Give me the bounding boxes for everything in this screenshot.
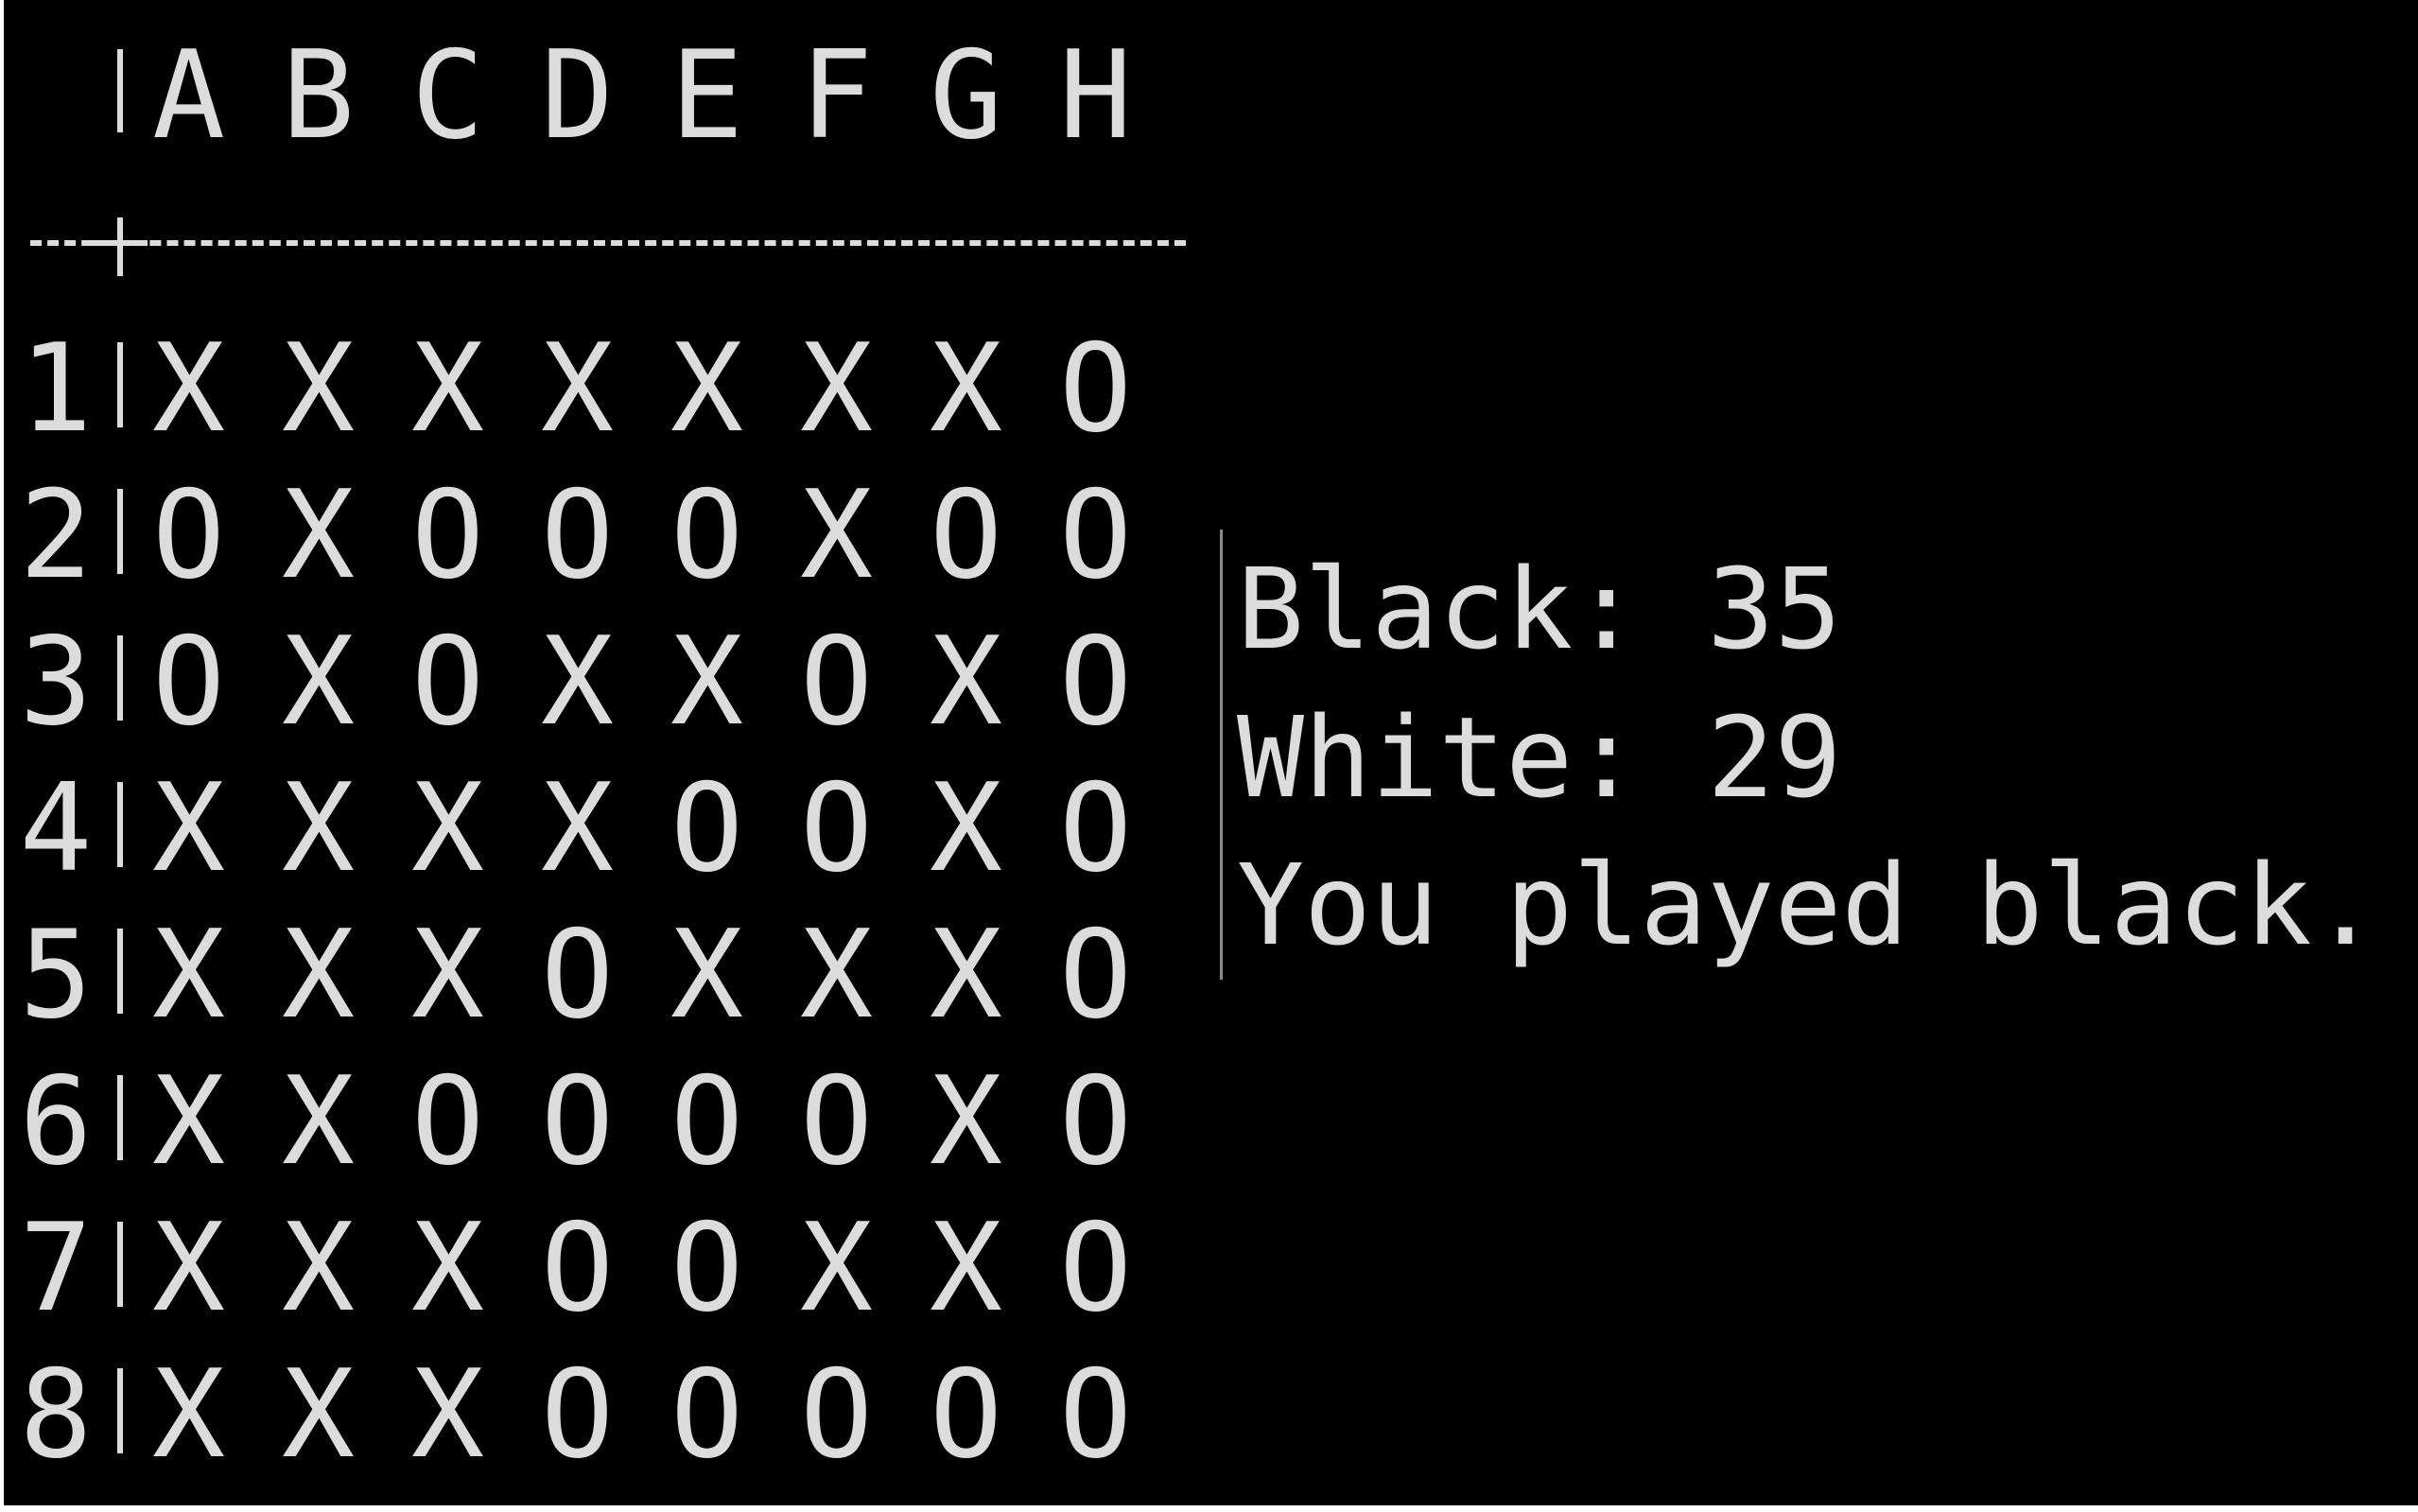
board-cell: X [151,319,226,460]
board-cell: O [1058,1198,1133,1339]
row-label: 3 [19,612,93,753]
board-cell: O [540,1051,615,1192]
board-cell: O [670,465,744,606]
row-label: 2 [19,465,93,606]
board-cell: X [281,1051,356,1192]
board-cell: X [281,905,356,1046]
board-cell: O [670,758,744,899]
board-cell: O [670,1345,744,1486]
column-label-e: E [670,26,744,166]
board-cell: X [929,905,1003,1046]
header-separator [117,49,123,132]
white-score: White: 29 [1237,692,1842,823]
info-divider [1220,530,1223,980]
board-cell: X [929,758,1003,899]
board-cell: O [1058,905,1133,1046]
board-cell: X [410,905,485,1046]
divider-dashes [30,240,1186,246]
board-cell: X [281,612,356,753]
row-separator [117,635,123,721]
board-cell: X [540,319,615,460]
row-label: 8 [19,1345,93,1486]
row-separator [117,1222,123,1307]
board-cell: O [151,612,226,753]
board-cell: X [410,1345,485,1486]
column-label-h: H [1058,26,1133,166]
board-cell: X [281,1345,356,1486]
board-cell: O [929,465,1003,606]
board-cell: X [151,758,226,899]
board-cell: O [540,1345,615,1486]
row-separator [117,342,123,427]
column-label-g: G [929,26,1003,166]
column-label-d: D [540,26,615,166]
board-cell: X [151,1051,226,1192]
board-cell: X [929,1198,1003,1339]
divider-cross-vertical [117,217,123,276]
board-cell: X [670,612,744,753]
board-cell: O [540,465,615,606]
board-cell: X [410,319,485,460]
board-cell: X [540,612,615,753]
column-label-c: C [410,26,485,166]
board-cell: O [799,1051,874,1192]
row-separator [117,782,123,867]
board-cell: X [799,319,874,460]
board-cell: X [151,905,226,1046]
row-label: 4 [19,758,93,899]
board-cell: X [410,1198,485,1339]
black-score: Black: 35 [1237,544,1842,674]
board-cell: X [151,1345,226,1486]
board-cell: X [799,465,874,606]
board-cell: O [151,465,226,606]
row-separator [117,929,123,1014]
board-cell: O [410,465,485,606]
column-label-a: A [151,26,226,166]
board-cell: X [281,319,356,460]
board-cell: O [799,612,874,753]
board-cell: O [410,1051,485,1192]
board-cell: X [929,612,1003,753]
row-label: 7 [19,1198,93,1339]
row-separator [117,1075,123,1160]
row-separator [117,489,123,574]
board-cell: O [1058,1345,1133,1486]
board-cell: X [670,905,744,1046]
board-cell: O [1058,465,1133,606]
row-label: 1 [19,319,93,460]
board-cell: O [929,1345,1003,1486]
result-message: You played black. [1237,840,2379,970]
column-label-f: F [799,26,874,166]
board-cell: O [1058,758,1133,899]
board-cell: O [670,1051,744,1192]
board-cell: X [281,1198,356,1339]
board-cell: O [540,1198,615,1339]
board-cell: X [929,1051,1003,1192]
board-cell: X [670,319,744,460]
terminal-screen: A B C D E F G H 1XXXXXXXO2OXOOOXOO3OXOXX… [4,0,2418,1505]
board-cell: X [799,1198,874,1339]
row-separator [117,1368,123,1453]
board-cell: X [799,905,874,1046]
board-cell: O [670,1198,744,1339]
divider-cross-horizontal [93,240,148,246]
board-cell: O [799,758,874,899]
row-label: 5 [19,905,93,1046]
board-cell: O [410,612,485,753]
board-cell: O [1058,612,1133,753]
board-cell: X [281,758,356,899]
board-cell: O [1058,319,1133,460]
board-cell: O [799,1345,874,1486]
board-cell: O [540,905,615,1046]
board-cell: X [281,465,356,606]
board-cell: X [929,319,1003,460]
board-cell: O [1058,1051,1133,1192]
column-label-b: B [281,26,356,166]
board-cell: X [151,1198,226,1339]
board-cell: X [540,758,615,899]
board-cell: X [410,758,485,899]
row-label: 6 [19,1051,93,1192]
